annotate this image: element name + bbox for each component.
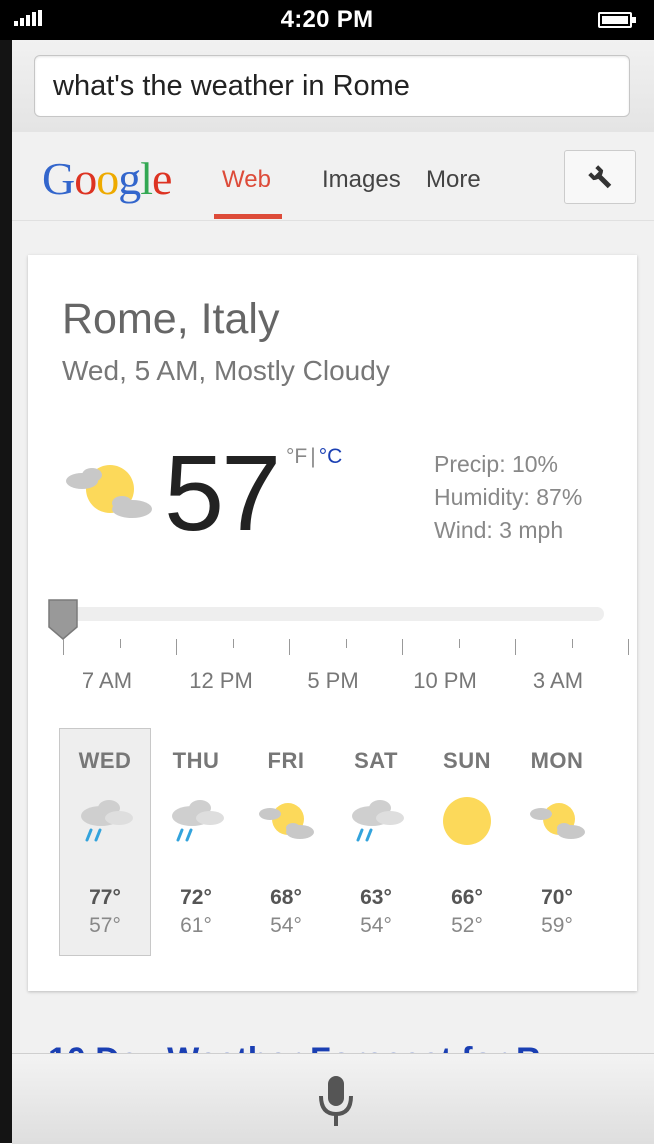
status-time: 4:20 PM [280,6,374,33]
timeline-tick [402,639,403,655]
settings-button[interactable] [564,150,636,204]
day-high-temp: 66° [451,886,483,909]
partly-cloudy-icon [530,803,585,839]
unit-separator: | [310,445,316,468]
partly-cloudy-icon [259,803,314,839]
forecast-day-sat[interactable]: SAT 63° 54° [330,728,422,956]
timeline-tick [176,639,177,655]
timeline-slider-track[interactable] [50,607,604,621]
day-low-temp: 57° [89,914,121,937]
device-frame-edge [0,0,12,1143]
timeline-label: 7 AM [81,668,133,693]
day-name: WED [78,748,132,773]
forecast-day-thu[interactable]: THU 72° 61° [150,728,242,956]
results-area: Rome, Italy Wed, 5 AM, Mostly Cloudy 57 … [12,221,654,1081]
precip-value: Precip: 10% [434,451,559,477]
timeline-ticks [28,639,637,659]
weather-card: Rome, Italy Wed, 5 AM, Mostly Cloudy 57 … [28,255,637,991]
day-high-temp: 63° [360,886,392,909]
unit-celsius[interactable]: °C [319,445,343,468]
day-low-temp: 54° [270,914,302,937]
timeline-tick [515,639,516,655]
unit-fahrenheit[interactable]: °F [286,445,307,468]
wind-value: Wind: 3 mph [434,517,564,543]
timeline-tick [232,639,234,648]
sun-icon [443,797,491,845]
day-name: SUN [443,748,491,773]
active-tab-indicator [214,214,282,219]
weather-stats: Precip: 10% Humidity: 87% Wind: 3 mph [434,448,582,547]
day-high-temp: 70° [541,886,573,909]
wrench-icon [588,165,612,189]
rain-cloud-icon [81,800,133,842]
timeline-label: 5 PM [307,668,359,693]
status-bar: 4:20 PM [0,0,654,40]
search-input[interactable]: what's the weather in Rome [34,55,630,117]
forecast-day-fri[interactable]: FRI 68° 54° [240,728,332,956]
bottom-bar [12,1053,654,1144]
timeline-tick [63,639,64,655]
forecast-day-mon[interactable]: MON 70° 59° [511,728,603,956]
rain-cloud-icon [352,800,404,842]
timeline-tick [345,639,347,648]
tab-more[interactable]: More [426,166,481,194]
day-high-temp: 72° [180,886,212,909]
forecast-day-sun[interactable]: SUN 66° 52° [421,728,513,956]
timeline-tick [119,639,121,648]
timeline-label: 3 AM [532,668,584,693]
timeline-tick [628,639,629,655]
day-name: MON [530,748,584,773]
tab-web[interactable]: Web [222,166,271,194]
battery-icon [598,12,636,28]
timeline-label: 10 PM [413,668,477,693]
timeline-slider-handle[interactable] [46,597,80,643]
current-temperature: 57 [164,432,281,553]
timeline-tick [571,639,573,648]
day-high-temp: 77° [89,886,121,909]
humidity-value: Humidity: 87% [434,484,583,510]
timeline-tick [458,639,460,648]
unit-toggle: °F | °C [286,445,342,469]
tab-images[interactable]: Images [322,166,401,194]
weather-location: Rome, Italy [62,295,280,343]
day-low-temp: 54° [360,914,392,937]
day-name: SAT [354,748,398,773]
timeline-label: 12 PM [189,668,253,693]
day-low-temp: 52° [451,914,483,937]
day-low-temp: 61° [180,914,212,937]
rain-cloud-icon [172,800,224,842]
google-logo[interactable]: Google [42,152,172,205]
timeline-tick [289,639,290,655]
partly-cloudy-icon [66,465,152,518]
day-low-temp: 59° [541,914,573,937]
forecast-day-wed[interactable]: WED 77° 57° [59,728,151,956]
google-nav-bar: Google Web Images More [12,132,654,221]
day-name: FRI [267,748,305,773]
weather-condition: Wed, 5 AM, Mostly Cloudy [62,355,390,386]
microphone-icon[interactable] [316,1074,356,1128]
day-name: THU [172,748,220,773]
day-high-temp: 68° [270,886,302,909]
search-area: what's the weather in Rome [12,40,654,133]
